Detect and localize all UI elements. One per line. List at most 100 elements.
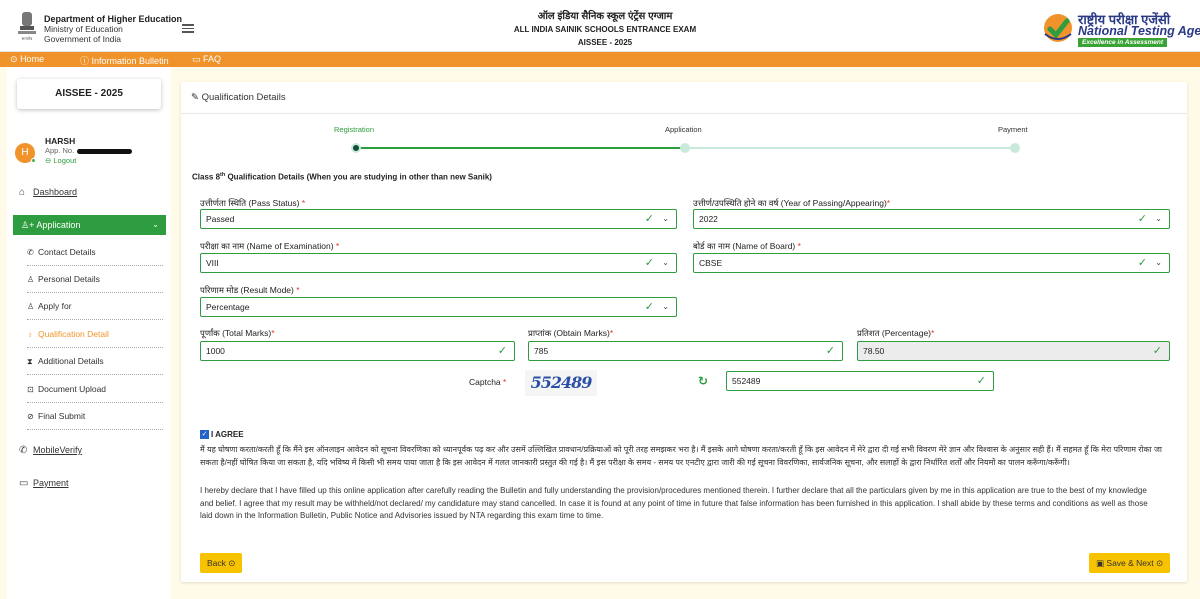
nav-home-link[interactable]: ⊙ Home [10,54,44,65]
dept-line3: Government of India [44,34,122,44]
nav-bulletin-label: Information Bulletin [91,56,169,66]
avatar-letter: H [21,147,29,158]
captcha-image: 552489 [525,370,597,396]
app-number-redacted [77,148,133,154]
obtain-marks-label-text: प्राप्तांक (Obtain Marks) [528,328,610,338]
chevron-down-icon: ⌄ [662,214,669,223]
board-label: बोर्ड का नाम (Name of Board) * [693,241,801,252]
section-title-post: Qualification Details (When you are stud… [225,172,492,182]
nav-bulletin-link[interactable]: ⓘ Information Bulletin [80,54,169,67]
exam-name-value: VIII [206,258,219,268]
upload-icon: ⊡ [27,385,34,394]
step-payment-label: Payment [998,125,1028,134]
sub-label: Additional Details [38,356,104,366]
required-mark: * [296,285,300,295]
declaration-hindi: मैं यह घोषणा करता/करती हूँ कि मैंने इस ऑ… [200,445,1162,467]
sub-label: Apply for [38,301,72,311]
agree-checkbox[interactable]: ✓ [200,430,209,440]
card-title: ✎ Qualification Details [191,92,286,103]
total-marks-label-text: पूर्णांक (Total Marks) [200,328,272,338]
sidebar-sub-document-upload[interactable]: ⊡ Document Upload [27,376,163,403]
user-add-icon: ♙ [27,302,35,311]
chevron-down-icon: ⌄ [662,258,669,267]
avatar: H [15,143,36,163]
board-value: CBSE [699,258,723,268]
obtain-marks-input[interactable]: 785 ✓ [528,341,843,361]
sidebar: AISSEE - 2025 H HARSH App. No. ⊖ Logout … [7,67,171,599]
nav-faq-link[interactable]: ▭ FAQ [192,54,221,65]
menu-toggle-icon[interactable] [182,24,194,33]
sidebar-sub-contact-details[interactable]: ✆ Contact Details [27,239,163,266]
sidebar-item-application[interactable]: ♙+ Application ⌄ [13,215,166,235]
required-mark: * [335,241,340,251]
exam-name-label-text: परीक्षा का नाम (Name of Examination) [200,241,334,251]
top-header: सत्यमेव Department of Higher Education M… [0,0,1200,52]
app-no-label: App. No. [45,146,75,155]
exam-title-block: ऑल इंडिया सैनिक स्कूल एंट्रेंस एग्जाम AL… [480,10,730,49]
phone-icon: ✆ [19,445,28,456]
pass-status-value: Passed [206,214,235,224]
sidebar-sub-personal-details[interactable]: ♙ Personal Details [27,266,163,293]
required-mark: * [931,328,935,338]
required-mark: * [271,328,275,338]
exam-name-label: परीक्षा का नाम (Name of Examination) * [200,241,339,252]
year-label-text: उत्तीर्ण/उपस्थिति होने का वर्ष (Year of … [693,198,887,208]
section-title: Class 8th Qualification Details (When yo… [192,172,492,182]
sub-label: Final Submit [38,411,86,421]
agree-checkbox-row[interactable]: ✓ I AGREE [200,430,244,440]
logout-icon: ⊖ [45,156,52,165]
captcha-input[interactable]: 552489 ✓ [726,371,994,391]
exam-code: AISSEE - 2025 [577,38,633,47]
nta-check-logo-icon [1044,14,1072,42]
national-emblem-icon: सत्यमेव [18,12,36,41]
result-mode-label-text: परिणाम मोड (Result Mode) [200,285,294,295]
dept-line2: Ministry of Education [44,24,123,34]
required-mark: * [609,328,614,338]
chevron-down-icon: ⌄ [152,220,159,229]
application-label: Application [36,220,81,230]
board-select[interactable]: CBSE ✓ ⌄ [693,253,1170,273]
sub-label: Document Upload [38,384,107,394]
back-button[interactable]: Back ⊙ [200,553,243,573]
sidebar-sub-qualification-detail[interactable]: ♁ Qualification Detail [27,321,163,348]
required-mark: * [503,377,507,387]
nta-name-english: National Testing Agency [1078,24,1200,38]
payment-label: Payment [33,478,69,488]
save-next-button[interactable]: ▣ Save & Next ⊙ [1089,553,1171,573]
chat-icon: ▭ [192,54,201,64]
pass-status-select[interactable]: Passed ✓ ⌄ [200,209,677,229]
sidebar-sub-additional-details[interactable]: ⧗ Additional Details [27,348,163,375]
logout-link[interactable]: ⊖ Logout [45,156,76,165]
year-label: उत्तीर्ण/उपस्थिति होने का वर्ष (Year of … [693,198,890,209]
result-mode-value: Percentage [206,302,250,312]
sidebar-item-dashboard[interactable]: ⌂ Dashboard [19,187,77,198]
step-payment-dot [1010,143,1020,153]
svg-text:सत्यमेव: सत्यमेव [22,36,34,41]
nav-home-label: Home [20,54,45,64]
nta-logo-block: राष्ट्रीय परीक्षा एजेंसी National Testin… [1042,10,1200,48]
sidebar-sub-final-submit[interactable]: ⊘ Final Submit [27,403,163,430]
captcha-label: Captcha * [469,377,506,387]
sidebar-item-mobile-verify[interactable]: ✆ MobileVerify [19,445,82,456]
obtain-marks-label: प्राप्तांक (Obtain Marks)* [528,328,613,339]
credit-card-icon: ▭ [19,478,29,489]
pass-status-label: उत्तीर्णता स्थिति (Pass Status) * [200,198,305,209]
dept-line1: Department of Higher Education [44,14,183,24]
board-label-text: बोर्ड का नाम (Name of Board) [693,241,796,251]
check-icon: ✓ [1152,345,1162,357]
obtain-marks-value: 785 [534,346,549,356]
sidebar-sub-apply-for[interactable]: ♙ Apply for [27,293,163,320]
year-select[interactable]: 2022 ✓ ⌄ [693,209,1170,229]
exam-name-select[interactable]: VIII ✓ ⌄ [200,253,677,273]
nav-bar: ⊙ Home ⓘ Information Bulletin ▭ FAQ [0,52,1200,67]
sidebar-item-payment[interactable]: ▭ Payment [19,478,69,489]
check-icon: ✓ [497,345,507,357]
required-mark: * [797,241,801,251]
step-application-dot [680,143,690,153]
refresh-captcha-icon[interactable]: ↻ [698,374,708,388]
dashboard-label: Dashboard [33,187,78,197]
result-mode-select[interactable]: Percentage ✓ ⌄ [200,297,677,317]
user-name: HARSH [45,136,76,146]
chevron-down-icon: ⌄ [1155,258,1162,267]
total-marks-input[interactable]: 1000 ✓ [200,341,515,361]
